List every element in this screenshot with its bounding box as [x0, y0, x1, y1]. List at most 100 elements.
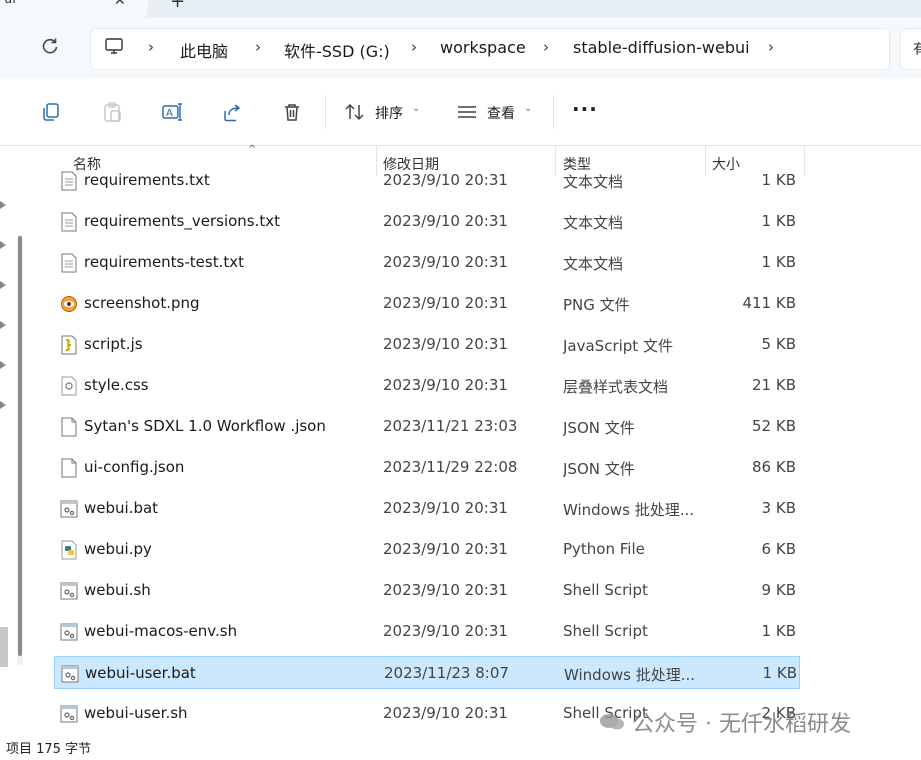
- breadcrumb-stable-diffusion-webui[interactable]: stable-diffusion-webui: [573, 38, 750, 57]
- breadcrumb-separator: ›: [543, 38, 549, 56]
- file-row[interactable]: script.js 2023/9/10 20:31 JavaScript 文件 5 K…: [54, 328, 800, 361]
- file-name: Sytan's SDXL 1.0 Workflow .json: [84, 417, 326, 435]
- file-date-modified: 2023/9/10 20:31: [383, 294, 508, 312]
- file-date-modified: 2023/9/10 20:31: [383, 704, 508, 722]
- file-row[interactable]: requirements-test.txt 2023/9/10 20:31 文本文档…: [54, 246, 800, 279]
- rename-icon[interactable]: A: [161, 101, 183, 123]
- file-type: Shell Script: [563, 622, 648, 640]
- file-date-modified: 2023/9/10 20:31: [383, 622, 508, 640]
- text-file-icon: [60, 212, 78, 232]
- refresh-icon[interactable]: [40, 36, 60, 61]
- active-tab[interactable]: ui ✕: [0, 0, 148, 18]
- nav-scrollbar-thumb[interactable]: [18, 236, 22, 656]
- file-name: webui-user.sh: [84, 704, 188, 722]
- paste-icon[interactable]: [101, 101, 123, 123]
- sort-ascending-icon: ^: [248, 144, 257, 155]
- file-name: style.css: [84, 376, 149, 394]
- python-file-icon: [60, 540, 78, 560]
- file-date-modified: 2023/9/10 20:31: [383, 499, 508, 517]
- delete-icon[interactable]: [281, 101, 303, 123]
- file-type: PNG 文件: [563, 296, 630, 314]
- file-size: 1 KB: [761, 622, 796, 640]
- image-file-icon: [60, 294, 78, 314]
- sort-button[interactable]: 排序: [375, 103, 403, 123]
- breadcrumb-workspace[interactable]: workspace: [440, 38, 526, 57]
- file-date-modified: 2023/11/23 8:07: [384, 664, 509, 682]
- file-size: 86 KB: [752, 458, 796, 476]
- file-name: script.js: [84, 335, 143, 353]
- breadcrumb-drive-g[interactable]: 软件-SSD (G:): [284, 38, 390, 62]
- share-icon[interactable]: [221, 101, 243, 123]
- file-name: webui-macos-env.sh: [84, 622, 238, 640]
- file-date-modified: 2023/9/10 20:31: [383, 376, 508, 394]
- file-date-modified: 2023/9/10 20:31: [383, 171, 508, 189]
- file-size: 52 KB: [752, 417, 796, 435]
- search-box-fragment: 有: [913, 42, 921, 58]
- file-size: 411 KB: [742, 294, 796, 312]
- file-name: requirements_versions.txt: [84, 212, 281, 230]
- file-size: 1 KB: [762, 664, 797, 682]
- breadcrumb-this-pc[interactable]: 此电脑: [180, 38, 228, 62]
- file-type: 文本文档: [563, 255, 624, 273]
- file-row[interactable]: webui.sh 2023/9/10 20:31 Shell Script 9 KB: [54, 574, 800, 607]
- script-file-icon: [60, 335, 78, 355]
- expand-arrow-icon[interactable]: [0, 360, 8, 370]
- batch-file-icon: [60, 499, 78, 519]
- new-tab-button[interactable]: +: [170, 0, 185, 12]
- breadcrumb-separator: ›: [411, 38, 417, 56]
- file-row[interactable]: requirements.txt 2023/9/10 20:31 文本文档 1 KB: [54, 170, 800, 197]
- view-button[interactable]: 查看: [487, 103, 515, 123]
- file-name: webui.py: [84, 540, 152, 558]
- file-date-modified: 2023/11/29 22:08: [383, 458, 518, 476]
- file-type: Windows 批处理...: [563, 501, 695, 519]
- expand-arrow-icon[interactable]: [0, 240, 8, 250]
- expand-arrow-icon[interactable]: [0, 200, 8, 210]
- view-chevron-down-icon: ⌄: [524, 103, 533, 114]
- file-size: 1 KB: [761, 253, 796, 271]
- shell-file-icon: [60, 622, 78, 642]
- left-edge-scroll-thumb[interactable]: [0, 627, 8, 667]
- file-row[interactable]: webui-user.bat 2023/11/23 8:07 Windows 批处理…: [54, 656, 800, 689]
- view-icon[interactable]: [456, 101, 478, 123]
- expand-arrow-icon[interactable]: [0, 320, 8, 330]
- file-row[interactable]: ui-config.json 2023/11/29 22:08 JSON 文件 86 …: [54, 451, 800, 484]
- file-row[interactable]: screenshot.png 2023/9/10 20:31 PNG 文件 411 K…: [54, 287, 800, 320]
- file-size: 3 KB: [761, 499, 796, 517]
- copy-icon[interactable]: [40, 101, 62, 123]
- file-date-modified: 2023/9/10 20:31: [383, 581, 508, 599]
- file-row[interactable]: style.css 2023/9/10 20:31 层叠样式表文档 21 KB: [54, 369, 800, 402]
- text-file-icon: [60, 253, 78, 273]
- file-date-modified: 2023/11/21 23:03: [383, 417, 518, 435]
- breadcrumb-separator: ›: [255, 38, 261, 56]
- expand-arrow-icon[interactable]: [0, 400, 8, 410]
- file-row[interactable]: webui-macos-env.sh 2023/9/10 20:31 Shell S…: [54, 615, 800, 648]
- file-date-modified: 2023/9/10 20:31: [383, 253, 508, 271]
- sort-icon[interactable]: [344, 101, 366, 123]
- file-type: 文本文档: [563, 173, 624, 191]
- file-size: 1 KB: [761, 212, 796, 230]
- tab-close-icon[interactable]: ✕: [114, 0, 126, 9]
- file-list: requirements.txt 2023/9/10 20:31 文本文档 1 KB r…: [34, 170, 921, 730]
- tab-title: ui: [4, 0, 16, 7]
- blank-file-icon: [60, 458, 78, 478]
- file-date-modified: 2023/9/10 20:31: [383, 540, 508, 558]
- file-type: 文本文档: [563, 214, 624, 232]
- file-name: webui.bat: [84, 499, 159, 517]
- file-date-modified: 2023/9/10 20:31: [383, 212, 508, 230]
- file-name: webui-user.bat: [85, 664, 196, 682]
- file-row[interactable]: webui.bat 2023/9/10 20:31 Windows 批处理... 3 …: [54, 492, 800, 525]
- search-box[interactable]: 有: [900, 28, 921, 70]
- file-row[interactable]: requirements_versions.txt 2023/9/10 20:31…: [54, 205, 800, 238]
- file-row[interactable]: webui.py 2023/9/10 20:31 Python File 6 KB: [54, 533, 800, 566]
- toolbar-divider: [553, 95, 554, 129]
- file-size: 6 KB: [761, 540, 796, 558]
- file-type: JSON 文件: [563, 419, 635, 437]
- file-row[interactable]: Sytan's SDXL 1.0 Workflow .json 2023/11/2…: [54, 410, 800, 443]
- file-size: 9 KB: [761, 581, 796, 599]
- more-options-button[interactable]: ···: [572, 97, 598, 121]
- tab-strip: ui ✕ +: [0, 0, 921, 18]
- file-name: ui-config.json: [84, 458, 185, 476]
- svg-text:A: A: [166, 108, 173, 119]
- file-name: webui.sh: [84, 581, 151, 599]
- expand-arrow-icon[interactable]: [0, 280, 8, 290]
